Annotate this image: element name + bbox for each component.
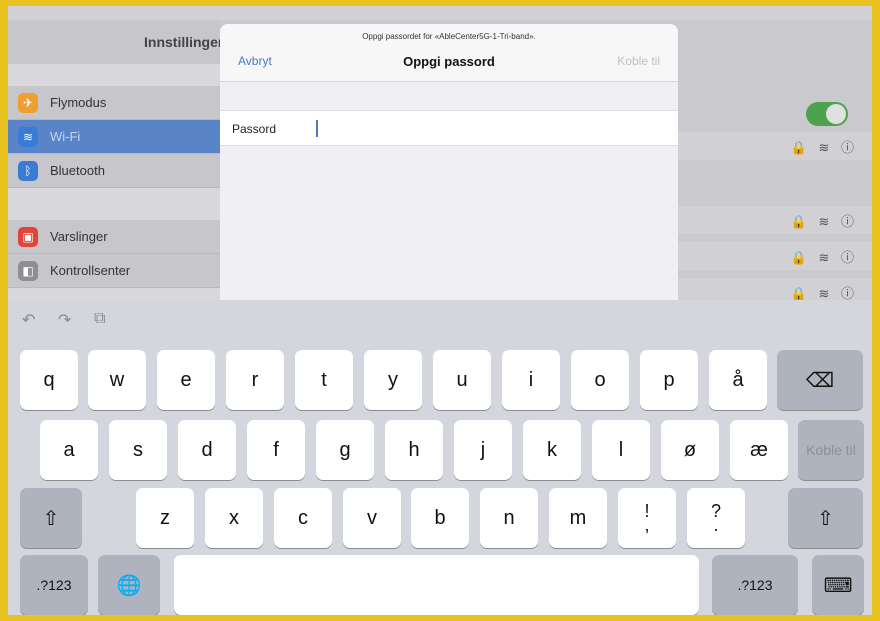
- keyboard-dismiss-icon: ⌨: [823, 574, 853, 597]
- key-oe[interactable]: ø: [661, 420, 719, 480]
- network-status-icons: 🔒 ≋ ⓘ: [790, 250, 858, 265]
- network-status-icons: 🔒 ≋ ⓘ: [790, 140, 858, 155]
- redo-icon[interactable]: ↷: [58, 310, 71, 330]
- keyboard: ↶ ↷ ⧉ q w e r t y u i o p å ⌫ a s d f g …: [8, 300, 872, 615]
- key-m[interactable]: m: [549, 488, 607, 548]
- globe-icon: 🌐: [116, 574, 142, 597]
- key-o[interactable]: o: [571, 350, 629, 410]
- key-g[interactable]: g: [316, 420, 374, 480]
- sidebar-item-flymodus[interactable]: ✈ Flymodus: [8, 86, 220, 120]
- status-bar: [8, 6, 872, 20]
- key-p[interactable]: p: [640, 350, 698, 410]
- key-a[interactable]: a: [40, 420, 98, 480]
- key-aa[interactable]: å: [709, 350, 767, 410]
- wifi-toggle[interactable]: [806, 102, 848, 126]
- bluetooth-icon: ᛒ: [18, 161, 38, 181]
- undo-icon[interactable]: ↶: [22, 310, 35, 330]
- shift-icon: ⇧: [42, 507, 60, 530]
- notifications-icon: ▣: [18, 227, 38, 247]
- backspace-icon: ⌫: [805, 369, 835, 392]
- key-x[interactable]: x: [205, 488, 263, 548]
- key-r[interactable]: r: [226, 350, 284, 410]
- key-l[interactable]: l: [592, 420, 650, 480]
- password-row[interactable]: Passord: [220, 110, 678, 146]
- airplane-icon: ✈: [18, 93, 38, 113]
- sheet-title: Oppgi passord: [403, 54, 495, 69]
- sidebar-item-label: Bluetooth: [50, 163, 105, 178]
- sidebar-item-bluetooth[interactable]: ᛒ Bluetooth: [8, 154, 220, 188]
- key-question-period[interactable]: ?.: [687, 488, 745, 548]
- network-status-icons: 🔒 ≋ ⓘ: [790, 214, 858, 229]
- password-label: Passord: [232, 122, 277, 136]
- sidebar-item-label: Varslinger: [50, 229, 108, 244]
- backspace-key[interactable]: ⌫: [777, 350, 863, 410]
- sheet-header: Oppgi passordet for «AbleCenter5G-1-Tri-…: [220, 24, 678, 82]
- key-v[interactable]: v: [343, 488, 401, 548]
- key-k[interactable]: k: [523, 420, 581, 480]
- key-b[interactable]: b: [411, 488, 469, 548]
- space-key[interactable]: [174, 555, 699, 615]
- join-button[interactable]: Koble til: [617, 54, 660, 68]
- key-d[interactable]: d: [178, 420, 236, 480]
- sheet-prompt: Oppgi passordet for «AbleCenter5G-1-Tri-…: [362, 32, 536, 41]
- key-legend: !,: [644, 501, 650, 535]
- key-s[interactable]: s: [109, 420, 167, 480]
- key-t[interactable]: t: [295, 350, 353, 410]
- shift-icon: ⇧: [817, 507, 834, 530]
- globe-key[interactable]: 🌐: [98, 555, 160, 615]
- sidebar-item-varslinger[interactable]: ▣ Varslinger: [8, 220, 220, 254]
- keyboard-toolbar: ↶ ↷ ⧉: [8, 300, 872, 340]
- network-row[interactable]: 🔒 ≋ ⓘ: [677, 242, 872, 270]
- text-caret: [316, 120, 318, 137]
- key-f[interactable]: f: [247, 420, 305, 480]
- key-exclaim-comma[interactable]: !,: [618, 488, 676, 548]
- sidebar-item-label: Kontrollsenter: [50, 263, 131, 278]
- paste-icon[interactable]: ⧉: [94, 310, 105, 328]
- network-row[interactable]: 🔒 ≋ ⓘ: [677, 206, 872, 234]
- key-n[interactable]: n: [480, 488, 538, 548]
- key-j[interactable]: j: [454, 420, 512, 480]
- key-w[interactable]: w: [88, 350, 146, 410]
- sidebar-title: Innstillinger: [8, 20, 223, 64]
- shift-key-right[interactable]: ⇧: [788, 488, 863, 548]
- key-legend: ?.: [710, 501, 721, 535]
- network-row[interactable]: 🔒 ≋ ⓘ: [677, 132, 872, 160]
- key-y[interactable]: y: [364, 350, 422, 410]
- wifi-icon: ≋: [18, 127, 38, 147]
- key-ae[interactable]: æ: [730, 420, 788, 480]
- key-e[interactable]: e: [157, 350, 215, 410]
- control-center-icon: ◧: [18, 261, 38, 281]
- ipad-screen: Innstillinger ✈ Flymodus ≋ Wi-Fi ᛒ Bluet…: [8, 6, 872, 615]
- key-u[interactable]: u: [433, 350, 491, 410]
- key-i[interactable]: i: [502, 350, 560, 410]
- key-q[interactable]: q: [20, 350, 78, 410]
- sidebar-item-label: Wi-Fi: [50, 129, 81, 144]
- key-c[interactable]: c: [274, 488, 332, 548]
- sidebar-item-kontrollsenter[interactable]: ◧ Kontrollsenter: [8, 254, 220, 288]
- numbers-key-right[interactable]: .?123: [712, 555, 798, 615]
- key-h[interactable]: h: [385, 420, 443, 480]
- dismiss-keyboard-key[interactable]: ⌨: [812, 555, 864, 615]
- numbers-key-left[interactable]: .?123: [20, 555, 88, 615]
- password-sheet: Oppgi passordet for «AbleCenter5G-1-Tri-…: [220, 24, 678, 308]
- sidebar-item-wifi[interactable]: ≋ Wi-Fi: [8, 120, 220, 154]
- password-field[interactable]: [316, 119, 656, 139]
- sidebar-item-label: Flymodus: [50, 95, 107, 110]
- shift-key-left[interactable]: ⇧: [20, 488, 82, 548]
- join-key[interactable]: Koble til: [798, 420, 864, 480]
- key-z[interactable]: z: [136, 488, 194, 548]
